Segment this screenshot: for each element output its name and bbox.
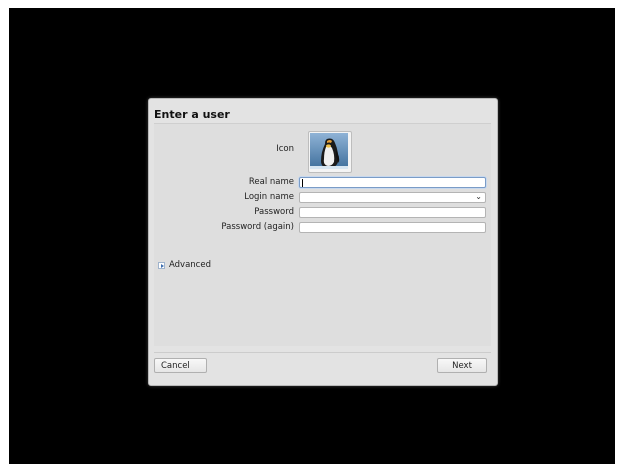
text-caret <box>302 179 303 187</box>
real-name-field[interactable] <box>299 177 486 188</box>
icon-label: Icon <box>276 144 294 154</box>
cancel-button[interactable]: Cancel <box>154 358 207 373</box>
expander-arrow-icon <box>158 261 165 269</box>
footer-divider <box>154 352 491 353</box>
advanced-label: Advanced <box>169 260 211 270</box>
next-button[interactable]: Next <box>437 358 487 373</box>
chevron-down-icon[interactable]: ⌄ <box>475 191 482 203</box>
dialog-body: Icon Real name Login name ⌄ Password Pas… <box>154 123 491 346</box>
password-label: Password <box>254 207 294 217</box>
penguin-avatar-icon <box>310 133 348 169</box>
user-icon-button[interactable] <box>308 131 352 173</box>
login-name-combo[interactable]: ⌄ <box>299 192 486 203</box>
real-name-label: Real name <box>248 177 294 187</box>
password-again-field[interactable] <box>299 222 486 233</box>
enter-user-dialog: Enter a user Icon Real name Login name ⌄… <box>148 98 498 386</box>
password-field[interactable] <box>299 207 486 218</box>
password-again-label: Password (again) <box>221 222 294 232</box>
login-name-label: Login name <box>244 192 294 202</box>
dialog-title: Enter a user <box>154 108 230 121</box>
advanced-expander[interactable]: Advanced <box>158 260 211 270</box>
